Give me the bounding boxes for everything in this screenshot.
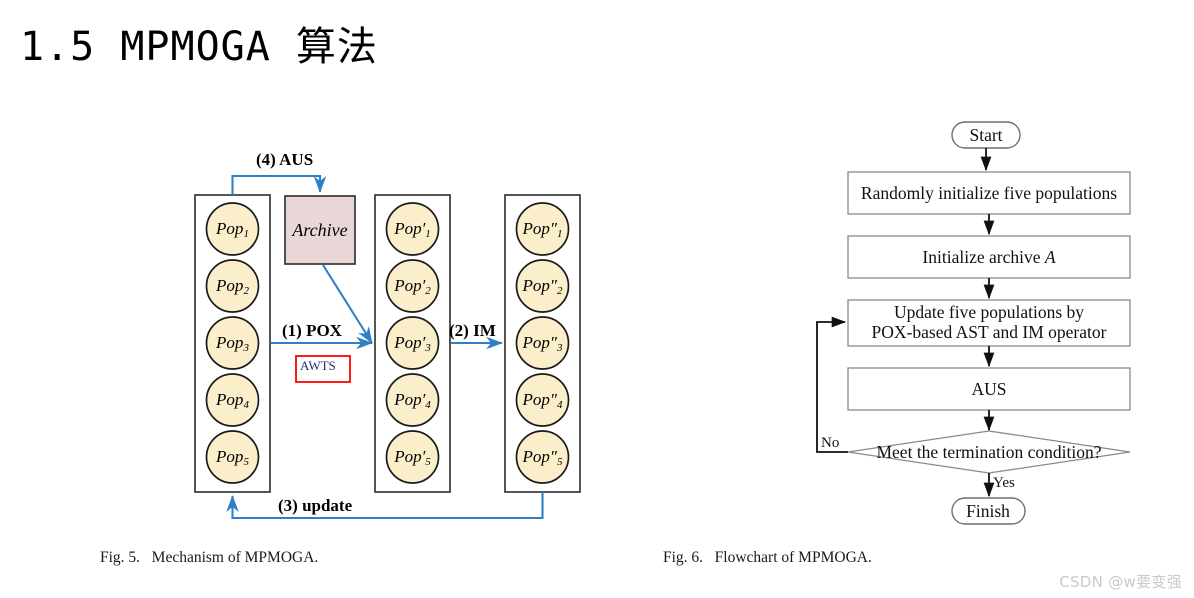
pop-node-base: Pop (522, 219, 550, 238)
svg-text:Pop′1: Pop′1 (393, 219, 431, 240)
figure-flowchart-mpmoga: Start Randomly initialize five populatio… (640, 0, 1194, 598)
step-label-pox: (1) POX (282, 321, 343, 340)
population-column-2: Pop′1 Pop′2 Pop′3 Pop′4 Pop′5 (385, 202, 440, 484)
pop-node-base: Pop (215, 219, 243, 238)
pop-node-base: Pop (215, 276, 243, 295)
pop-node: Pop1 (205, 202, 260, 256)
pop-node-sub: 4 (425, 399, 431, 411)
pop-node-base: Pop (393, 447, 421, 466)
pop-node: Pop′3 (385, 316, 440, 370)
pop-node-sub: 5 (243, 456, 249, 468)
pop-node-sub: 1 (425, 228, 431, 240)
svg-text:Pop″5: Pop″5 (522, 447, 563, 468)
flow-node-init-populations-label: Randomly initialize five populations (861, 183, 1117, 203)
svg-text:Pop″4: Pop″4 (522, 390, 563, 411)
population-column-1: Pop1 Pop2 Pop3 Pop4 Pop5 (205, 202, 260, 484)
flow-node-update-populations: Update five populations by POX-based AST… (847, 299, 1131, 347)
figure-caption-fig6: Fig. 6. Flowchart of MPMOGA. (663, 549, 872, 566)
pop-node: Pop′1 (385, 202, 440, 256)
pop-node: Pop″1 (515, 202, 570, 256)
pop-node: Pop2 (205, 259, 260, 313)
flow-node-aus: AUS (847, 367, 1131, 411)
pop-node-base: Pop (393, 276, 421, 295)
pop-node-sub: 4 (243, 399, 249, 411)
population-column-3: Pop″1 Pop″2 Pop″3 Pop″4 Pop″5 (515, 202, 570, 484)
pop-node-sub: 1 (557, 228, 563, 240)
flow-node-finish-label: Finish (966, 501, 1010, 521)
pop-node-base: Pop (522, 333, 550, 352)
figure-mechanism-mpmoga: Pop1 Pop2 Pop3 Pop4 Pop5 Pop′1 Pop′2 Pop… (0, 0, 640, 598)
flow-node-init-archive-label: Initialize archive (922, 247, 1044, 267)
pop-node: Pop3 (205, 316, 260, 370)
pop-node: Pop′4 (385, 373, 440, 427)
pop-node-sub: 2 (425, 285, 431, 297)
pop-node-sub: 4 (557, 399, 563, 411)
pop-node: Pop5 (205, 430, 260, 484)
pop-node-sub: 3 (424, 342, 431, 354)
pop-node: Pop″4 (515, 373, 570, 427)
pop-node-base: Pop (393, 390, 421, 409)
flow-branch-yes: Yes (983, 473, 1015, 498)
flow-node-decision-label: Meet the termination condition? (876, 442, 1101, 462)
flow-node-start-label: Start (969, 125, 1002, 145)
flow-branch-no-label: No (821, 435, 839, 451)
pop-node-sub: 2 (243, 285, 249, 297)
pop-node: Pop′2 (385, 259, 440, 313)
pop-node-base: Pop (522, 390, 550, 409)
pop-node-base: Pop (215, 447, 243, 466)
pop-node: Pop″2 (515, 259, 570, 313)
pop-node-sub: 5 (557, 456, 563, 468)
step-label-im: (2) IM (449, 321, 496, 340)
pop-node-base: Pop (215, 390, 243, 409)
flow-node-init-archive: Initialize archive A (847, 235, 1131, 279)
flow-node-init-archive-var: A (1044, 247, 1056, 267)
step-label-update: (3) update (278, 496, 353, 515)
flow-branch-no: No (816, 316, 848, 453)
flow-node-start: Start (951, 121, 1021, 149)
awts-label: AWTS (300, 358, 336, 373)
svg-text:Initialize archive A: Initialize archive A (922, 247, 1055, 267)
pop-node-sub: 5 (425, 456, 431, 468)
aus-feedback-arrow (231, 174, 327, 195)
flow-node-decision: Meet the termination condition? (847, 430, 1131, 474)
flow-node-update-populations-line2: POX-based AST and IM operator (872, 322, 1107, 342)
flow-node-finish: Finish (951, 497, 1026, 525)
svg-text:Pop″2: Pop″2 (522, 276, 563, 297)
pop-node-sub: 2 (557, 285, 563, 297)
pop-node: Pop″5 (515, 430, 570, 484)
pop-node-base: Pop (393, 333, 421, 352)
pop-node-base: Pop (522, 276, 550, 295)
pop-node: Pop″3 (515, 316, 570, 370)
archive-box: Archive (284, 195, 356, 265)
svg-text:Pop″1: Pop″1 (522, 219, 563, 240)
step-label-aus: (4) AUS (256, 150, 313, 169)
csdn-watermark: CSDN @w要变强 (1059, 573, 1182, 591)
flow-node-aus-label: AUS (971, 379, 1006, 399)
flow-node-init-populations: Randomly initialize five populations (847, 171, 1131, 215)
pop-node-base: Pop (522, 447, 550, 466)
archive-label: Archive (291, 220, 347, 240)
pop-node-sub: 3 (242, 342, 249, 354)
pop-node-sub: 3 (556, 342, 563, 354)
pop-node: Pop4 (205, 373, 260, 427)
pop-node-base: Pop (393, 219, 421, 238)
flow-branch-yes-label: Yes (993, 475, 1015, 491)
figure-caption-fig5: Fig. 5. Mechanism of MPMOGA. (100, 549, 319, 566)
pop-node: Pop′5 (385, 430, 440, 484)
svg-text:Pop″3: Pop″3 (522, 333, 563, 354)
pop-node-base: Pop (215, 333, 243, 352)
flow-node-update-populations-line1: Update five populations by (894, 302, 1084, 322)
pop-node-sub: 1 (243, 228, 249, 240)
awts-box: AWTS (295, 355, 351, 383)
